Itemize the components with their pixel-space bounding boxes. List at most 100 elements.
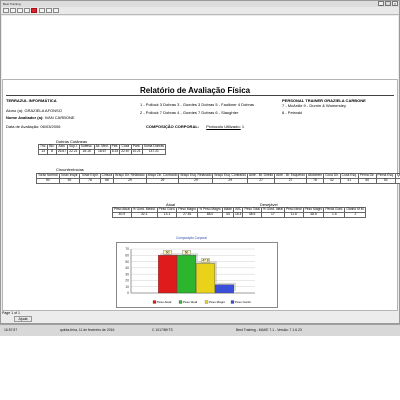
table-cell: 40.9: [112, 212, 132, 218]
table-cell: 27: [246, 178, 276, 184]
chart-legend-swatch: [204, 300, 209, 304]
table-cell: 48.5: [242, 212, 262, 218]
title-divider: [6, 95, 394, 96]
prev-page-icon[interactable]: [10, 8, 16, 13]
chart-legend-label: Peso Gordo: [235, 300, 251, 304]
evaluator-label: Nome Avaliador (a):: [6, 115, 44, 120]
print-preview-toolbar: [1, 7, 399, 15]
results-table: Peso Atual% Gord. Medid. Peso Gord. Peso M…: [112, 207, 367, 218]
composition-row: COMPOSIÇÃO CORPORAL: Protocolo Utilizado…: [146, 124, 244, 129]
table-cell: 68.0: [197, 212, 223, 218]
chart-panel: 0 10 20 30 40 50 60 70 60 60 47.8 Peso Atual Peso Id…: [116, 242, 278, 308]
chart-legend-swatch: [178, 300, 183, 304]
maximize-icon[interactable]: □: [385, 1, 391, 6]
table-cell: 78: [79, 178, 101, 184]
table-cell: 22.67: [119, 149, 132, 155]
report-title: Relatório de Avaliação Física: [140, 86, 251, 95]
table-cell: 8: [47, 149, 57, 155]
skinfolds-table: Tric. Bic. Abd. Sup.I. Subesc. Ax. Med. Peit. C…: [37, 144, 166, 155]
date-label: Data de Avaliação:: [6, 124, 40, 129]
table-cell: 2: [344, 212, 367, 218]
chart-legend-swatch: [230, 300, 235, 304]
status-time: 16:57:57: [4, 328, 18, 332]
chart-tick-label: 70: [125, 247, 129, 251]
chart-tick-label: 30: [125, 272, 129, 276]
table-cell: 16.4: [233, 212, 244, 218]
report-header-area: [2, 16, 398, 80]
table-cell: 11.6: [283, 212, 304, 218]
table-cell: 48.5: [302, 212, 325, 218]
body-composition-chart: 0 10 20 30 40 50 60 70 60 60 47.8 Peso Atual Peso Id…: [125, 247, 255, 304]
chart-legend-label: Peso Magro: [209, 300, 226, 304]
table-cell: 29: [178, 178, 214, 184]
table-cell: 90: [36, 178, 60, 184]
status-bar: 16:57:57 quinta-feira, 11 de fevereiro d…: [0, 324, 400, 336]
minimize-icon[interactable]: _: [378, 1, 384, 6]
chart-bar: [196, 263, 215, 294]
table-cell: 29: [145, 178, 180, 184]
table-cell: 8.33: [109, 149, 121, 155]
status-cap: C 1017/BKTS: [152, 328, 173, 332]
chart-data-label: 60: [185, 250, 189, 254]
protocol-list-line-3: 7 - McArdle 9 - Durnin & Womersley: [282, 103, 346, 108]
composition-label: COMPOSIÇÃO CORPORAL:: [146, 124, 200, 129]
table-cell: 92: [58, 178, 81, 184]
window-title: Best Training: [3, 2, 21, 6]
circumferences-table: Torax Normal Torax Inspir. Torax Expir. Cin…: [36, 173, 400, 184]
chart-title: Composição Corporal: [176, 236, 207, 240]
chart-tick-label: 40: [125, 266, 129, 270]
table-cell: 22.21: [67, 149, 80, 155]
table-cell: 26.67: [55, 149, 69, 155]
table-cell: 66: [99, 178, 115, 184]
close-icon[interactable]: ×: [392, 1, 398, 6]
table-cell: 78: [305, 178, 325, 184]
table-cell: 29: [113, 178, 147, 184]
table-cell: 16.15: [78, 149, 95, 155]
date-row: Data de Avaliação: 06/03/2006: [6, 124, 60, 129]
student-row: Aluno (a): GRAZIELA AFONSO: [6, 108, 62, 113]
evaluator-value: IVAN CARBONE: [44, 115, 75, 120]
help-button[interactable]: Ajuda: [14, 316, 32, 322]
table-cell: 44: [221, 212, 235, 218]
protocol-label: Protocolo Utilizado:: [206, 124, 241, 129]
last-page-icon[interactable]: [24, 8, 30, 13]
next-page-icon[interactable]: [17, 8, 23, 13]
chart-bar: [215, 284, 234, 294]
table-cell: 18.67: [93, 149, 111, 155]
chart-data-label: 47.8: [202, 258, 208, 262]
table-cell: 50: [357, 178, 377, 184]
table-cell: 13: [37, 149, 49, 155]
chart-tick-label: 10: [125, 285, 129, 289]
chart-data-label: 60: [166, 250, 170, 254]
table-cell: 27: [274, 178, 307, 184]
table-row: 13 8 26.67 22.21 16.15 18.67 8.33 22.67 10.21 147…: [37, 149, 166, 155]
table-cell: 32.1: [130, 212, 158, 218]
table-cell: 53: [375, 178, 396, 184]
chart-legend-swatch: [152, 300, 157, 304]
page-indicator: Page 1 of 1: [2, 311, 20, 315]
evaluator-row: Nome Avaliador (a): IVAN CARBONE: [6, 115, 75, 120]
table-cell: 29: [212, 178, 248, 184]
zoom-icon[interactable]: [46, 8, 52, 13]
table-cell: 13.1: [156, 212, 178, 218]
stop-icon[interactable]: [31, 8, 37, 13]
first-page-icon[interactable]: [3, 8, 9, 13]
date-value: 06/03/2006: [40, 124, 61, 129]
circumferences-section-label: Circunferências: [56, 167, 84, 172]
table-cell: 10.21: [130, 149, 143, 155]
table-cell: 1.5: [323, 212, 346, 218]
print-icon[interactable]: [39, 8, 45, 13]
save-icon[interactable]: [53, 8, 59, 13]
chart-tick-label: 50: [125, 260, 129, 264]
chart-legend-label: Peso Ideal: [183, 300, 198, 304]
student-value: GRAZIELA AFONSO: [24, 108, 62, 113]
table-header-cell: Quadril: [394, 173, 400, 179]
student-label: Aluno (a):: [6, 108, 24, 113]
table-row: 90927866292929292727784241505397: [36, 178, 400, 184]
chart-tick-label: 0: [127, 291, 129, 295]
table-row: 40.9 32.1 13.1 27.81 68.0 44 16.4 48.5 17 11.6 48.…: [112, 212, 367, 218]
chart-bar: [158, 255, 178, 294]
chart-tick-label: 20: [125, 279, 129, 283]
chart-legend-label: Peso Atual: [157, 300, 172, 304]
table-cell: 27.81: [176, 212, 199, 218]
